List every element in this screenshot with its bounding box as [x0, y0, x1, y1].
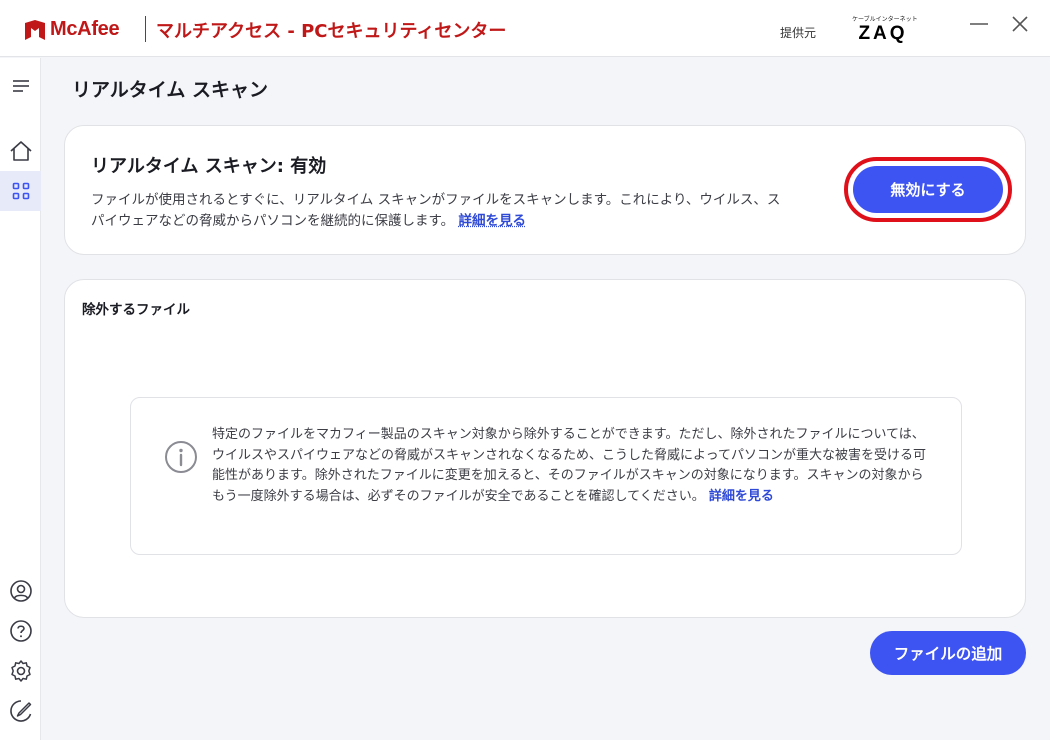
minimize-button[interactable]: [967, 12, 991, 36]
account-icon: [9, 580, 32, 602]
page-title: リアルタイム スキャン: [72, 79, 269, 101]
home-icon: [9, 141, 32, 161]
exclusions-info-text: 特定のファイルをマカフィー製品のスキャン対象から除外することができます。ただし、…: [212, 425, 932, 507]
close-icon: [1012, 16, 1028, 32]
minimize-icon: [970, 23, 988, 25]
sidebar-item-account[interactable]: [0, 571, 41, 611]
provider-label: 提供元: [780, 26, 817, 40]
close-button[interactable]: [1008, 12, 1032, 36]
app-title: マルチアクセス - PCセキュリティセンター: [156, 21, 507, 42]
provider-logo-name: ZAQ: [858, 23, 908, 44]
info-icon: [165, 441, 197, 473]
sidebar: [0, 58, 41, 740]
mcafee-logo: McAfee: [24, 18, 120, 41]
status-description: ファイルが使用されるとすぐに、リアルタイム スキャンがファイルをスキャンします。…: [91, 190, 781, 232]
sidebar-item-home[interactable]: [0, 131, 41, 171]
learn-more-link[interactable]: 詳細を見る: [458, 213, 526, 229]
exclusions-info-body: 特定のファイルをマカフィー製品のスキャン対象から除外することができます。ただし、…: [212, 427, 926, 504]
sidebar-item-feedback[interactable]: [0, 691, 41, 731]
sidebar-item-apps[interactable]: [0, 171, 41, 211]
provider-logo: ケーブルインターネット ZAQ: [852, 16, 918, 44]
excluded-files-title: 除外するファイル: [82, 302, 190, 318]
status-description-text: ファイルが使用されるとすぐに、リアルタイム スキャンがファイルをスキャンします。…: [91, 192, 781, 229]
menu-icon: [12, 80, 29, 92]
settings-icon: [10, 660, 31, 682]
exclusions-info-box: 特定のファイルをマカフィー製品のスキャン対象から除外することができます。ただし、…: [130, 397, 962, 555]
exclusions-learn-more-link[interactable]: 詳細を見る: [709, 489, 774, 504]
title-bar: McAfee マルチアクセス - PCセキュリティセンター 提供元 ケーブルイン…: [0, 0, 1050, 57]
apps-grid-icon: [12, 182, 29, 200]
title-divider: [145, 16, 146, 42]
realtime-scan-status-card: リアルタイム スキャン: 有効 ファイルが使用されるとすぐに、リアルタイム スキ…: [64, 125, 1026, 255]
add-file-button[interactable]: ファイルの追加: [870, 631, 1026, 675]
sidebar-item-help[interactable]: [0, 611, 41, 651]
feedback-icon: [9, 700, 31, 722]
mcafee-shield-icon: [25, 19, 45, 40]
sidebar-item-settings[interactable]: [0, 651, 41, 691]
brand-name: McAfee: [50, 18, 120, 40]
excluded-files-card: 除外するファイル 特定のファイルをマカフィー製品のスキャン対象から除外することが…: [64, 279, 1026, 618]
status-title: リアルタイム スキャン: 有効: [91, 156, 327, 177]
disable-button[interactable]: 無効にする: [853, 166, 1003, 213]
menu-button[interactable]: [0, 66, 41, 106]
help-icon: [9, 620, 32, 642]
